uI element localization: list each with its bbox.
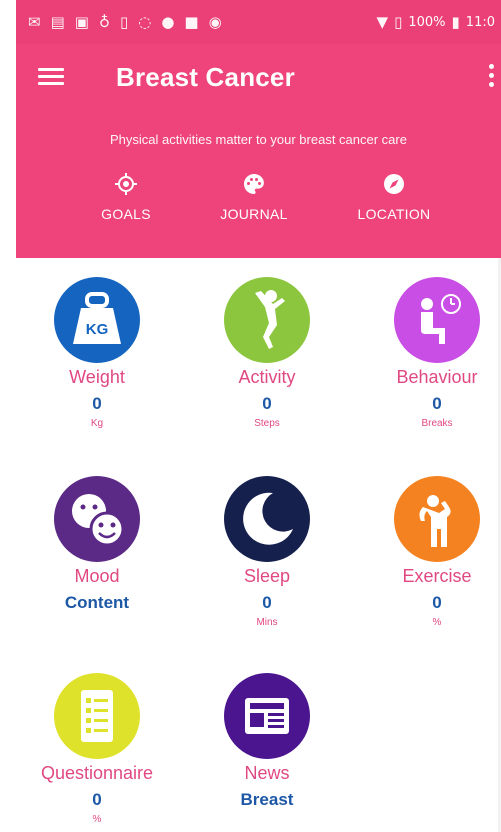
sleep-value: 0 [262,593,272,612]
tile-weight[interactable]: KG Weight 0 Kg [17,277,177,429]
overflow-dot [488,64,494,69]
sleep-label: Sleep [243,566,291,586]
wifi-icon: ▼ [376,13,389,31]
tab-journal[interactable]: JOURNAL [194,172,314,222]
clock-time: 11:0 [465,14,495,30]
screen-edge-left [0,0,16,832]
header-subtitle: Physical activities matter to your breas… [110,132,407,147]
behaviour-value: 0 [432,394,442,413]
smiley-faces-icon [72,494,125,547]
exercise-label: Exercise [402,566,472,586]
tab-location-label: LOCATION [357,206,431,222]
menu-line [38,68,64,71]
sleep-unit: Mins [256,617,278,628]
activity-value: 0 [262,394,272,413]
tile-behaviour[interactable]: Behaviour 0 Breaks [357,277,501,429]
kettlebell-kg-icon: KG [73,292,121,344]
questionnaire-circle [54,673,140,759]
overflow-dot [488,73,494,78]
tile-sleep[interactable]: Sleep 0 Mins [187,476,347,628]
sleep-circle [224,476,310,562]
menu-line [38,75,64,78]
weight-icon-text: KG [86,321,109,338]
overflow-menu-button[interactable] [485,64,497,92]
menu-line [38,82,64,85]
tile-questionnaire[interactable]: Questionnaire 0 % [17,673,177,825]
weight-unit: Kg [90,418,104,429]
exercise-circle [394,476,480,562]
mood-value: Content [64,593,130,612]
sim-icon: ▤ [50,13,65,31]
tile-mood[interactable]: Mood Content [17,476,177,617]
bulb-icon: ♁ [98,13,110,31]
target-icon [115,173,137,195]
activity-label: Activity [238,367,296,387]
overflow-dot [488,82,494,87]
weight-circle: KG [54,277,140,363]
behaviour-unit: Breaks [421,418,453,429]
checklist-icon [81,690,113,742]
tile-activity[interactable]: Activity 0 Steps [187,277,347,429]
weight-label: Weight [69,367,125,387]
gmail-icon: ◉ [208,13,222,31]
battery-percent: 100% [408,14,446,30]
battery-icon: ▮ [451,13,460,31]
location-pin-icon: ◌ [138,13,152,31]
tab-journal-label: JOURNAL [220,206,288,222]
behaviour-label: Behaviour [396,367,478,387]
questionnaire-label: Questionnaire [40,763,154,783]
search-icon: ● [161,13,175,31]
palette-icon [244,174,264,194]
page-title: Breast Cancer [116,62,295,92]
activity-circle [224,277,310,363]
newspaper-icon [245,698,289,734]
phone-icon: ▯ [119,13,129,31]
news-label: News [244,763,290,783]
news-value: Breast [240,790,294,809]
crescent-moon-icon [243,492,293,545]
stretching-person-icon [419,495,451,547]
tile-exercise[interactable]: Exercise 0 % [357,476,501,628]
news-circle [224,673,310,759]
sitting-person-clock-icon [421,294,461,344]
gallery-icon: ▣ [74,13,89,31]
vibrate-icon: ▯ [394,13,403,31]
jumping-person-icon [255,290,285,349]
exercise-value: 0 [432,593,442,612]
status-bar: ✉ ▤ ▣ ♁ ▯ ◌ ● ■ ◉ ▼ ▯ 100% ▮ 11:0 [16,0,501,44]
compass-icon [384,174,404,194]
mood-circle [54,476,140,562]
record-icon: ■ [184,13,199,31]
tab-location[interactable]: LOCATION [334,172,454,222]
message-icon: ✉ [28,13,41,31]
menu-button[interactable] [38,66,64,88]
weight-value: 0 [92,394,102,413]
mood-label: Mood [74,566,120,586]
app-header: Breast Cancer Physical activities matter… [16,44,501,258]
status-bar-right: ▼ ▯ 100% ▮ 11:0 [377,13,495,31]
tab-goals-label: GOALS [101,206,151,222]
behaviour-circle [394,277,480,363]
questionnaire-unit: % [92,814,102,825]
tab-goals[interactable]: GOALS [66,172,186,222]
tile-news[interactable]: News Breast [187,673,347,814]
exercise-unit: % [432,617,442,628]
activity-unit: Steps [254,418,280,429]
questionnaire-value: 0 [92,790,102,809]
